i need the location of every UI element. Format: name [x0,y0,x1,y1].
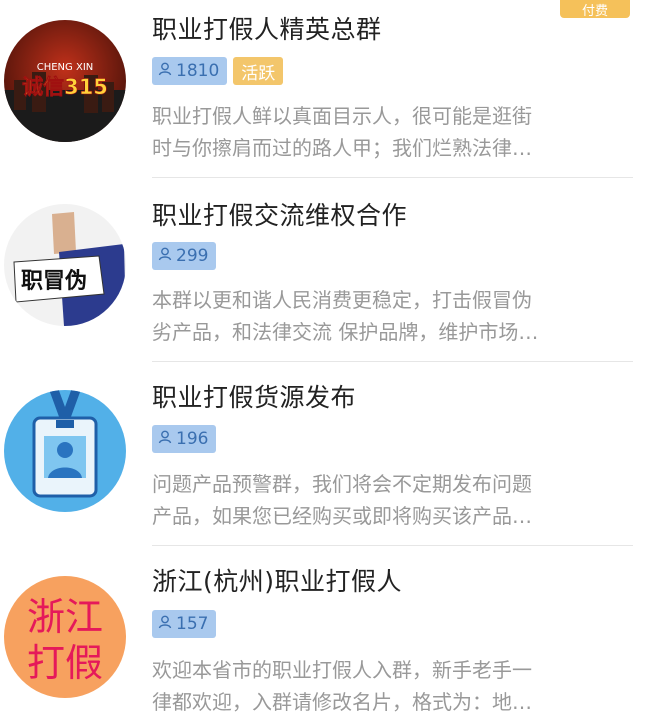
member-count: 1810 [176,61,220,81]
group-avatar: CHENG XIN 诚信315 [4,20,126,142]
group-avatar: 浙江 打假 [4,576,126,698]
group-title[interactable]: 职业打假交流维权合作 [152,196,407,232]
member-count: 196 [176,429,209,449]
group-title[interactable]: 职业打假人精英总群 [152,10,382,46]
member-count: 157 [176,614,209,634]
description-line: 问题产品预警群，我们将会不定期发布问题 [152,472,532,496]
group-list-item[interactable]: 职业打假货源发布 196 问题产品预警群，我们将会不定期发布问题 产品，如果您已… [0,362,663,546]
member-count-badge: 196 [152,425,217,453]
avatar-text-main: 诚信315 [22,75,108,99]
user-icon [158,614,172,634]
group-description: 欢迎本省市的职业打假人入群，新手老手一 律都欢迎，入群请修改名片，格式为：地… [152,654,580,718]
description-line: 职业打假人鲜以真面目示人，很可能是逛街 [152,104,532,128]
member-count-badge: 157 [152,610,217,638]
description-line: 欢迎本省市的职业打假人入群，新手老手一 [152,658,532,682]
group-avatar: 职冒伪 [4,204,126,326]
avatar-image: 浙江 打假 [27,595,103,685]
avatar-text-main: 职冒伪 [21,269,87,294]
avatar-text-line1: 浙江 [27,595,103,639]
user-icon [158,429,172,449]
group-description: 本群以更和谐人民消费更稳定，打击假冒伪 劣产品，和法律交流 保护品牌，维护市场… [152,284,580,348]
description-line: 产品，如果您已经购买或即将购买该产品… [152,504,532,528]
group-avatar [4,390,126,512]
description-line: 律都欢迎，入群请修改名片，格式为：地… [152,690,532,714]
user-icon [158,61,172,81]
group-list-item[interactable]: CHENG XIN 诚信315 职业打假人精英总群 1810 活跃 职业打假人鲜… [0,0,663,178]
avatar-text-line2: 打假 [27,641,103,685]
group-description: 职业打假人鲜以真面目示人，很可能是逛街 时与你擦肩而过的路人甲；我们烂熟法律… [152,100,580,164]
description-line: 时与你擦肩而过的路人甲；我们烂熟法律… [152,136,532,160]
group-title[interactable]: 职业打假货源发布 [152,378,356,414]
id-badge-icon [32,390,98,498]
avatar-image: CHENG XIN 诚信315 [4,62,126,142]
user-icon [158,246,172,266]
group-list-item[interactable]: 职冒伪 职业打假交流维权合作 299 本群以更和谐人民消费更稳定，打击假冒伪 劣… [0,178,663,362]
group-title[interactable]: 浙江(杭州)职业打假人 [152,562,402,598]
member-count-badge: 299 [152,242,217,270]
avatar-image: 职冒伪 [13,212,126,326]
member-count: 299 [176,246,209,266]
group-description: 问题产品预警群，我们将会不定期发布问题 产品，如果您已经购买或即将购买该产品… [152,468,580,532]
description-line: 劣产品，和法律交流 保护品牌，维护市场… [152,320,539,344]
avatar-text-top: CHENG XIN [37,62,94,73]
member-count-badge: 1810 [152,57,228,85]
description-line: 本群以更和谐人民消费更稳定，打击假冒伪 [152,288,532,312]
group-list-item[interactable]: 浙江 打假 浙江(杭州)职业打假人 157 欢迎本省市的职业打假人入群，新手老手… [0,546,663,714]
active-badge: 活跃 [233,57,284,85]
